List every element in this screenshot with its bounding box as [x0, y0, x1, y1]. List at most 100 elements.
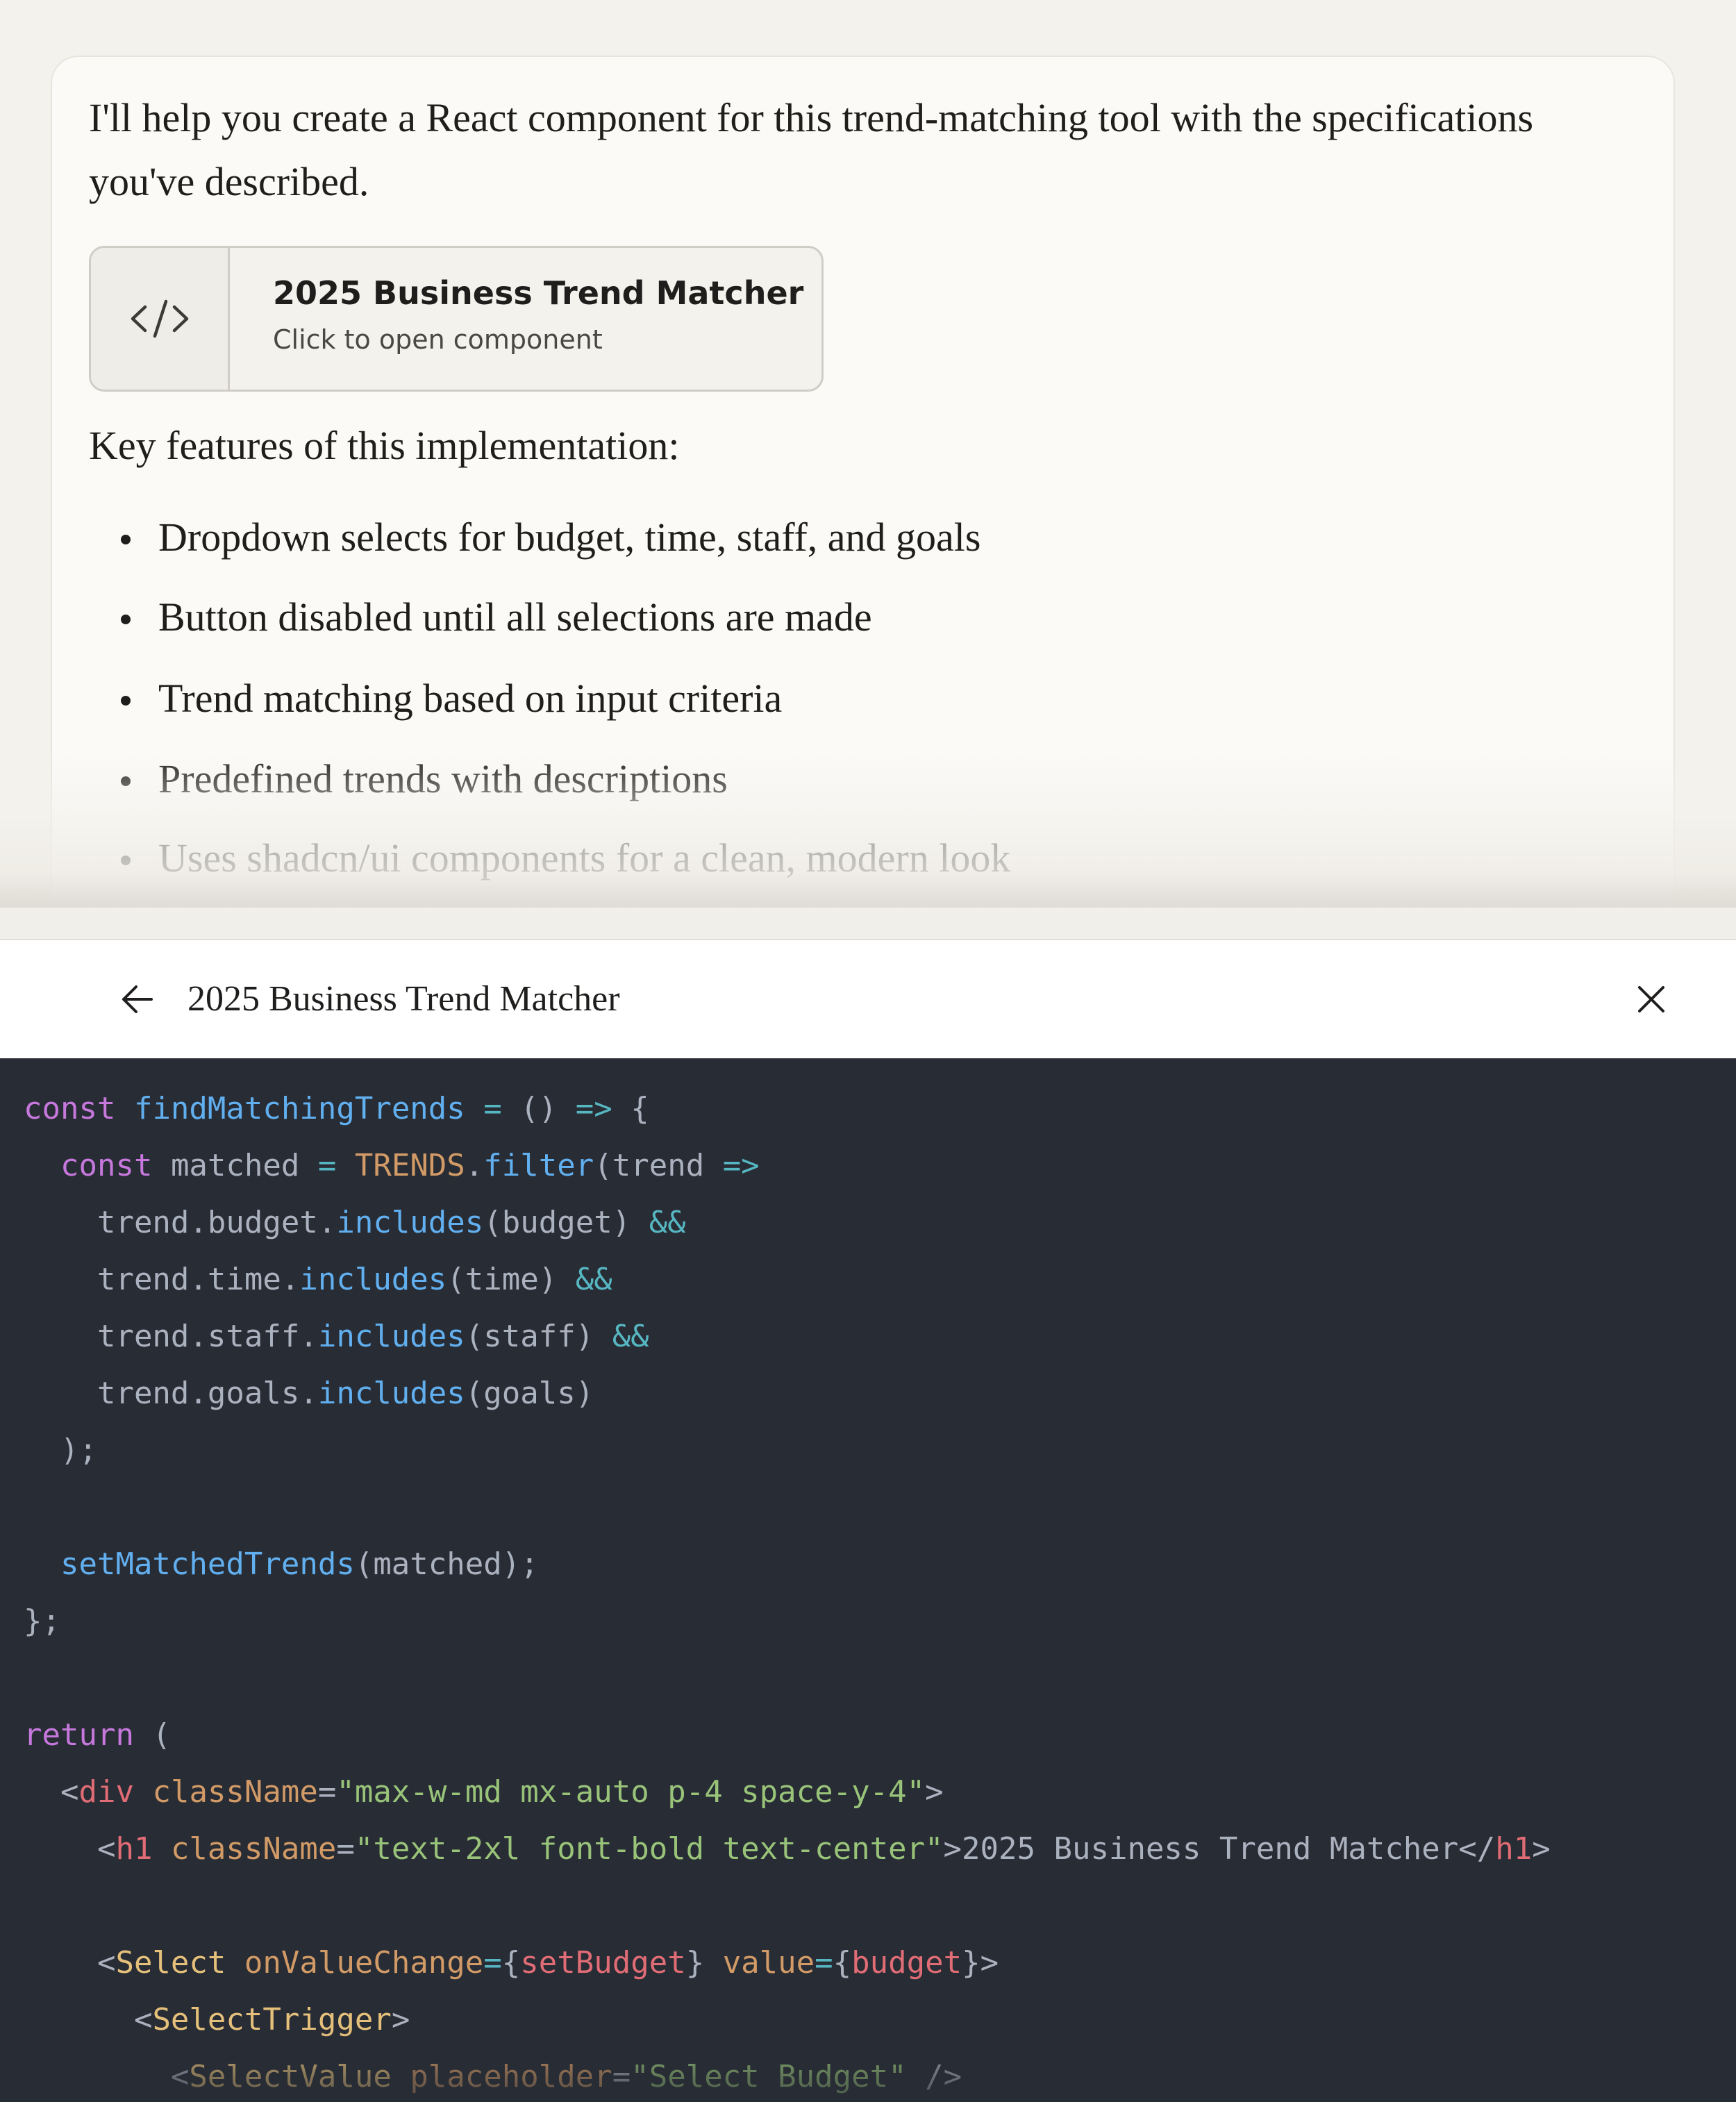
code-line: <SelectValue placeholder="Select Budget"…	[24, 2049, 962, 2102]
code-token: <	[24, 1945, 116, 1980]
code-token: TRENDS	[354, 1148, 465, 1183]
bullet-icon	[121, 615, 131, 624]
bullet-icon	[121, 856, 131, 865]
code-token: />	[906, 2059, 962, 2094]
code-token: &&	[649, 1205, 686, 1240]
code-token: =	[336, 1831, 355, 1867]
code-token: =	[815, 1945, 833, 1980]
code-token: trend.time.	[24, 1262, 300, 1297]
message-intro: I'll help you create a React component f…	[89, 95, 1534, 204]
code-token: trend.goals.	[24, 1376, 318, 1411]
list-item-text: Trend matching based on input criteria	[158, 676, 783, 721]
code-token: includes	[336, 1205, 484, 1240]
code-line: const findMatchingTrends = () => {	[24, 1081, 649, 1137]
code-panel[interactable]: const findMatchingTrends = () => { const…	[0, 1058, 1736, 2102]
code-token: }	[685, 1945, 723, 1980]
code-token: onValueChange	[244, 1945, 484, 1980]
code-token: }>	[962, 1945, 999, 1980]
code-token: "text-2xl font-bold text-center"	[354, 1831, 944, 1867]
code-token: =>	[722, 1148, 760, 1183]
code-token: trend.budget.	[24, 1205, 337, 1240]
code-token: setMatchedTrends	[60, 1546, 355, 1582]
code-token: &&	[612, 1319, 649, 1354]
code-token: {	[833, 1945, 852, 1980]
code-token: {	[501, 1945, 521, 1980]
code-token: (	[133, 1717, 171, 1753]
code-token: <	[24, 1774, 79, 1810]
code-token: &&	[575, 1262, 612, 1297]
artifact-icon-box	[91, 248, 230, 390]
code-token: matched	[170, 1148, 318, 1183]
back-button[interactable]	[111, 973, 164, 1026]
code-token: =	[612, 2059, 631, 2094]
code-token: <	[24, 2059, 190, 2094]
code-token: =	[317, 1148, 355, 1183]
code-token: return	[24, 1717, 134, 1753]
code-token: =	[317, 1774, 337, 1810]
code-token: SelectValue	[189, 2059, 392, 2094]
bullet-icon	[121, 535, 131, 544]
code-token: includes	[299, 1262, 447, 1297]
code-line: trend.budget.includes(budget) &&	[24, 1194, 686, 1251]
code-token: <	[24, 1831, 116, 1867]
code-token: <	[24, 2002, 153, 2037]
code-token: >2025 Business Trend Matcher</	[943, 1831, 1496, 1867]
code-token: value	[722, 1945, 815, 1980]
code-token: >	[1532, 1831, 1551, 1867]
code-token: "max-w-md mx-auto p-4 space-y-4"	[336, 1774, 926, 1810]
code-token: );	[24, 1433, 97, 1468]
code-token: .	[465, 1148, 484, 1183]
features-heading: Key features of this implementation:	[89, 423, 680, 468]
code-token: >	[391, 2002, 410, 2037]
code-line: trend.staff.includes(staff) &&	[24, 1308, 649, 1365]
code-token: SelectTrigger	[152, 2002, 392, 2037]
code-line: trend.time.includes(time) &&	[24, 1251, 612, 1308]
artifact-header: 2025 Business Trend Matcher	[0, 940, 1736, 1058]
artifact-card[interactable]: 2025 Business Trend Matcher Click to ope…	[89, 246, 824, 392]
code-line: );	[24, 1422, 97, 1479]
code-token: className	[152, 1774, 318, 1810]
close-icon	[1638, 986, 1664, 1012]
bullet-icon	[121, 696, 131, 706]
code-line: <SelectTrigger>	[24, 1992, 410, 2049]
code-token: includes	[317, 1376, 465, 1411]
list-item-text: Uses shadcn/ui components for a clean, m…	[158, 835, 1011, 881]
code-token: (trend	[594, 1148, 723, 1183]
code-token: h1	[1495, 1831, 1533, 1867]
code-line: trend.goals.includes(goals)	[24, 1365, 594, 1422]
code-token: trend.staff.	[24, 1319, 318, 1354]
code-token: setBudget	[520, 1945, 686, 1980]
code-token: h1	[115, 1831, 153, 1867]
code-token: ()	[520, 1091, 576, 1126]
arrow-left-icon	[122, 985, 153, 1013]
code-token: className	[170, 1831, 337, 1867]
bullet-icon	[121, 776, 131, 786]
list-item-text: Dropdown selects for budget, time, staff…	[158, 515, 981, 560]
code-token: (matched);	[354, 1546, 539, 1582]
code-token: const	[60, 1148, 171, 1183]
code-token: {	[612, 1091, 649, 1126]
code-line: };	[24, 1593, 60, 1650]
code-token: =>	[575, 1091, 612, 1126]
code-line: <div className="max-w-md mx-auto p-4 spa…	[24, 1764, 944, 1821]
code-token: (budget)	[483, 1205, 649, 1240]
list-item-text: Predefined trends with descriptions	[158, 756, 728, 801]
close-button[interactable]	[1625, 973, 1678, 1026]
code-icon	[131, 299, 188, 338]
code-token: >	[925, 1774, 944, 1810]
code-token: findMatchingTrends	[133, 1091, 465, 1126]
code-line: setMatchedTrends(matched);	[24, 1536, 539, 1593]
code-token: div	[78, 1774, 134, 1810]
code-token: includes	[317, 1319, 465, 1354]
code-line: return (	[24, 1707, 171, 1764]
code-token: (time)	[446, 1262, 576, 1297]
code-line: <h1 className="text-2xl font-bold text-c…	[24, 1821, 1551, 1878]
code-token: (staff)	[465, 1319, 612, 1354]
code-token: placeholder	[410, 2059, 612, 2094]
code-token: =	[465, 1091, 521, 1126]
